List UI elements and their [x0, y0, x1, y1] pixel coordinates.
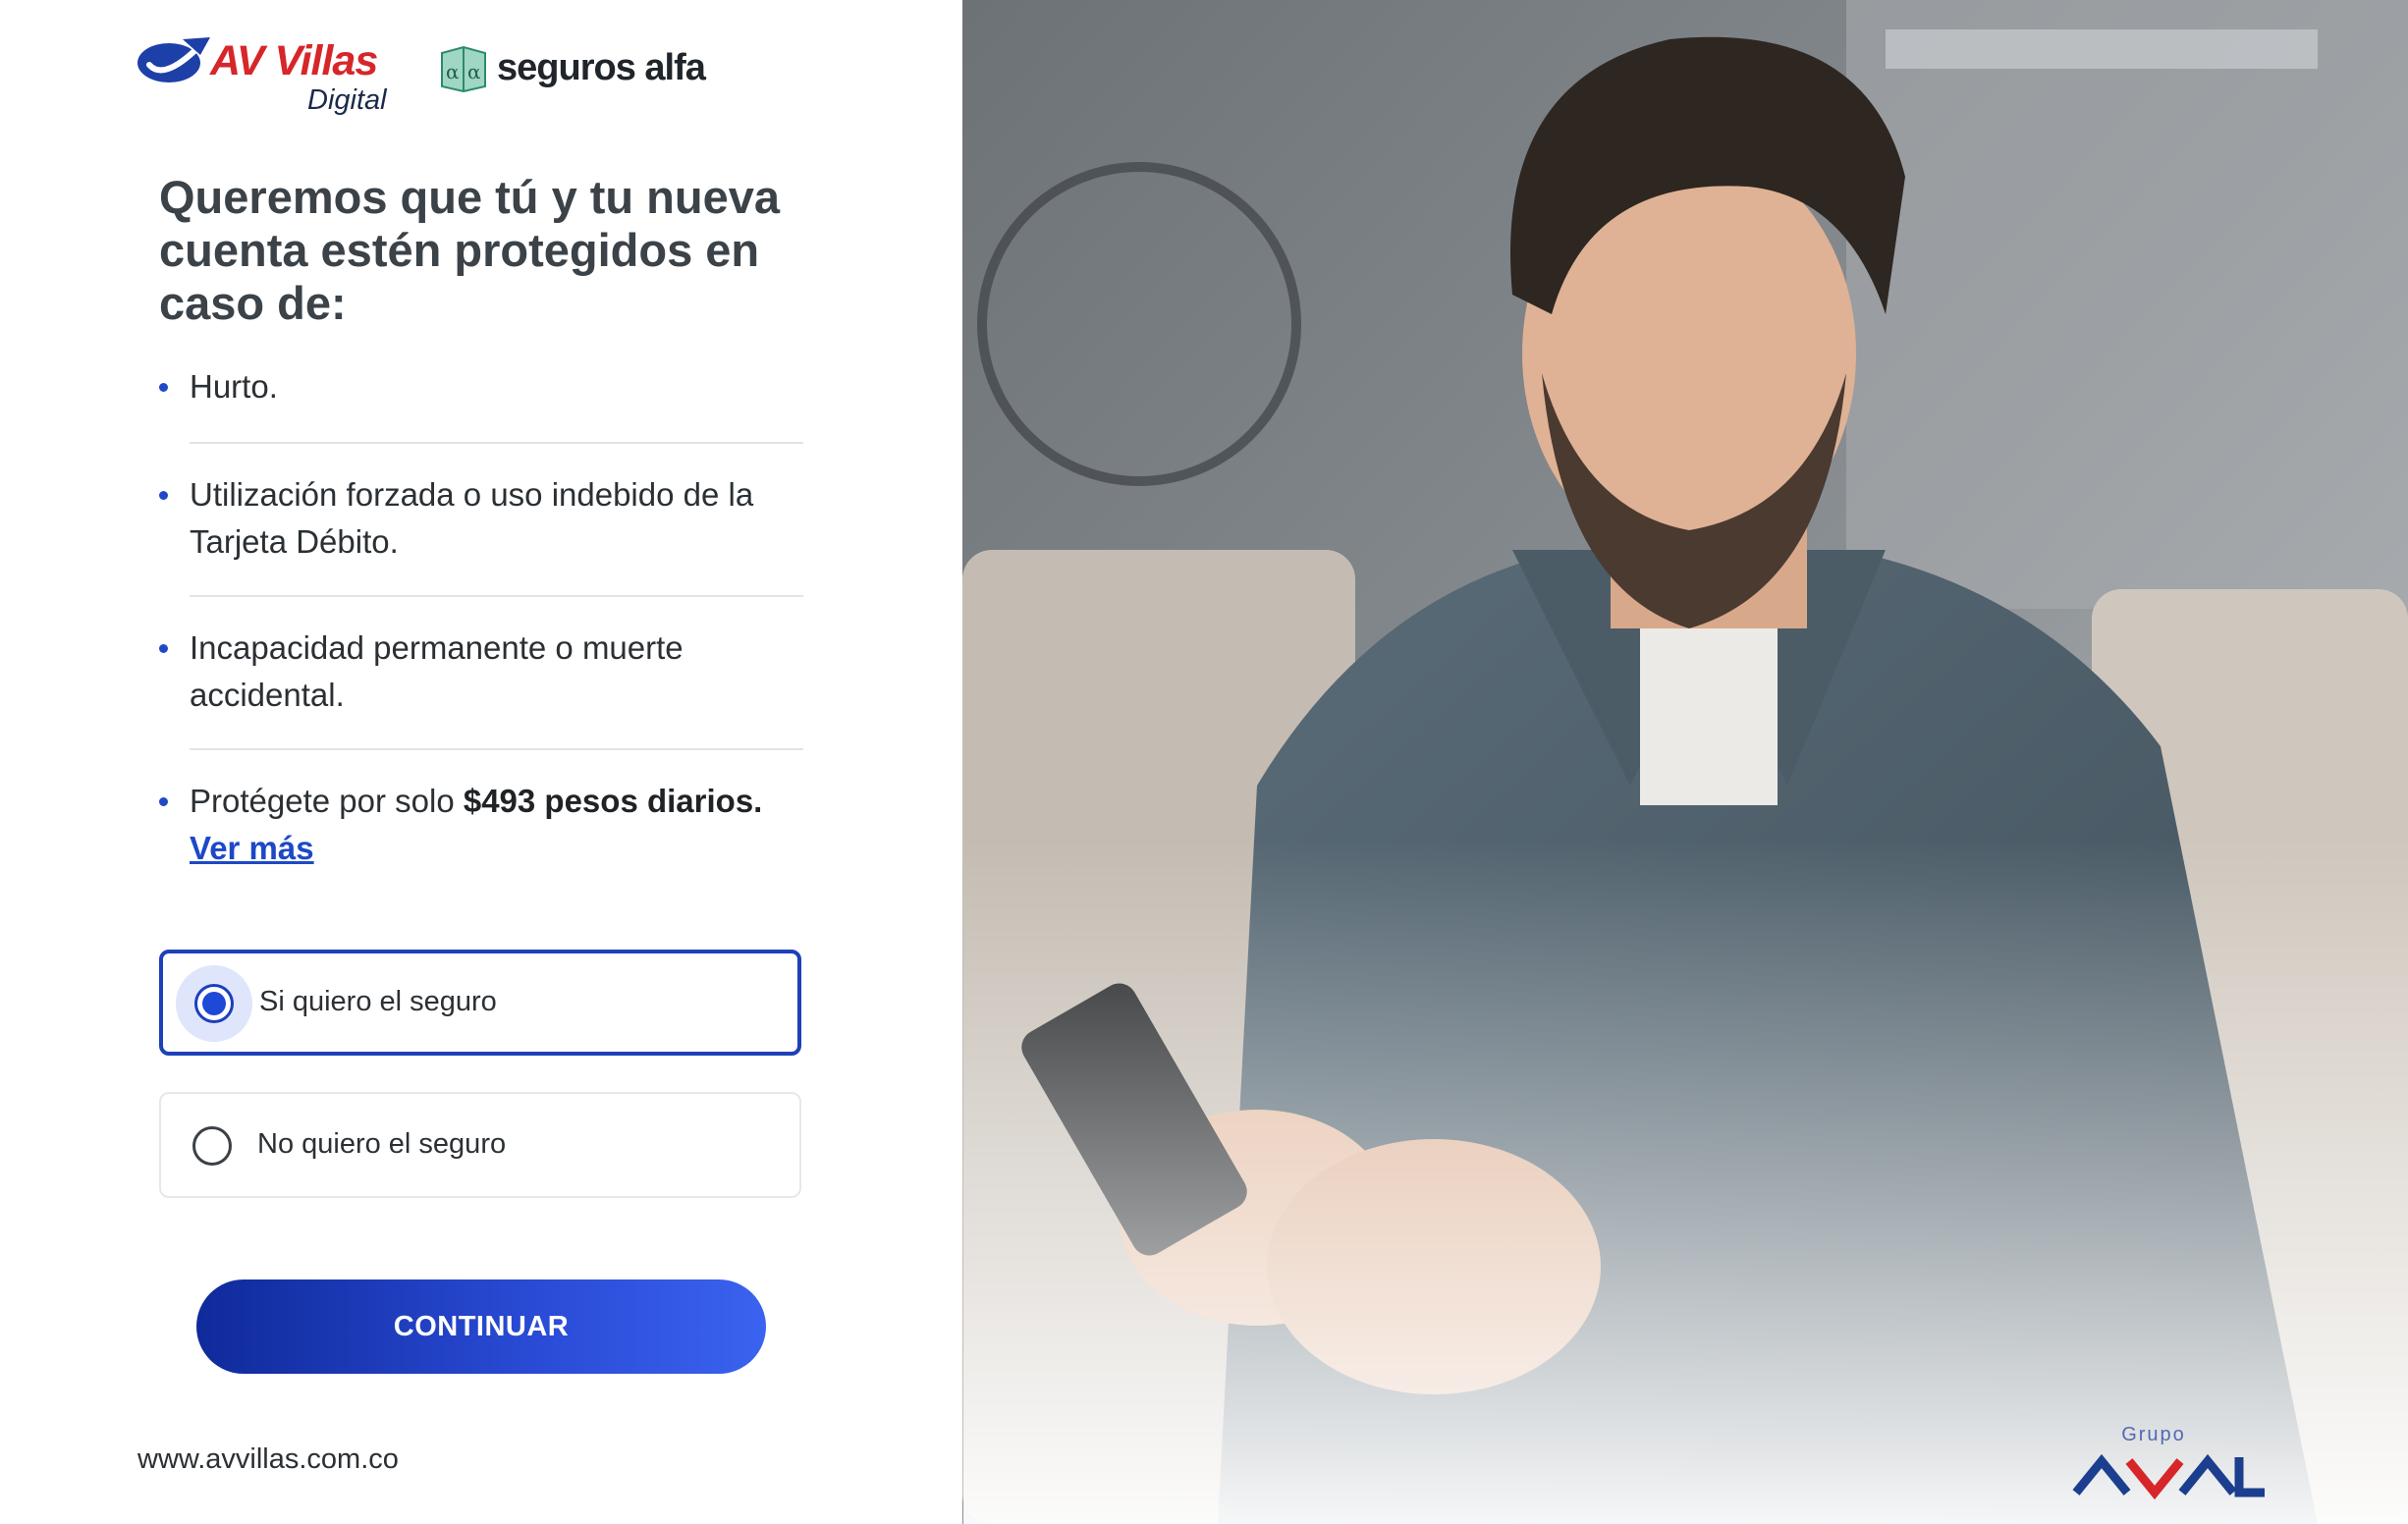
benefits-list: Hurto. Utilización forzada o uso indebid…	[159, 363, 803, 872]
header-logos: AV Villas Digital α α seguros alfa	[136, 29, 744, 128]
grupo-aval-logo: Grupo	[2072, 1424, 2269, 1502]
bullet-icon	[159, 491, 168, 500]
option-yes-label: Si quiero el seguro	[259, 986, 497, 1017]
benefit-item-card-misuse: Utilización forzada o uso indebido de la…	[159, 471, 803, 566]
benefit-item-theft: Hurto.	[159, 363, 803, 410]
page-title: Queremos que tú y tu nueva cuenta estén …	[159, 171, 781, 329]
benefit-item-price: Protégete por solo $493 pesos diarios. V…	[159, 778, 803, 872]
benefit-text: Hurto.	[190, 368, 278, 405]
divider	[190, 595, 803, 597]
continue-button[interactable]: CONTINUAR	[196, 1279, 766, 1374]
ver-mas-link[interactable]: Ver más	[190, 830, 314, 866]
seguros-alfa-cube-icon: α α	[441, 45, 486, 92]
aval-wordmark-icon	[2072, 1453, 2265, 1500]
bullet-icon	[159, 797, 168, 806]
bullet-icon	[159, 383, 168, 392]
divider	[190, 442, 803, 444]
seguros-alfa-logo: α α seguros alfa	[438, 43, 733, 102]
option-no-label: No quiero el seguro	[257, 1128, 507, 1160]
site-url: www.avvillas.com.co	[137, 1443, 399, 1475]
seguros-alfa-name: seguros alfa	[497, 47, 706, 88]
svg-text:α: α	[446, 60, 460, 83]
radio-unselected-icon[interactable]	[192, 1126, 232, 1166]
man-with-phone-illustration	[962, 0, 2408, 1524]
av-villas-name: AV Villas	[210, 37, 378, 84]
left-panel: AV Villas Digital α α seguros alfa Quere…	[0, 0, 962, 1524]
benefit-item-disability: Incapacidad permanente o muerte accident…	[159, 625, 803, 719]
option-yes-insurance[interactable]: Si quiero el seguro	[159, 950, 801, 1056]
benefit-text: Utilización forzada o uso indebido de la…	[190, 476, 754, 560]
radio-selected-icon[interactable]	[194, 984, 234, 1023]
price-amount: $493 pesos diarios.	[463, 783, 763, 819]
av-villas-swoosh-icon	[137, 37, 210, 82]
av-villas-logo: AV Villas Digital	[136, 29, 410, 123]
svg-text:α: α	[467, 60, 481, 83]
benefit-text: Incapacidad permanente o muerte accident…	[190, 629, 684, 713]
price-prefix: Protégete por solo	[190, 783, 464, 819]
av-villas-sub: Digital	[307, 84, 387, 116]
bullet-icon	[159, 644, 168, 653]
divider	[190, 748, 803, 750]
hero-photo: Grupo	[962, 0, 2408, 1524]
option-no-insurance[interactable]: No quiero el seguro	[159, 1092, 801, 1198]
